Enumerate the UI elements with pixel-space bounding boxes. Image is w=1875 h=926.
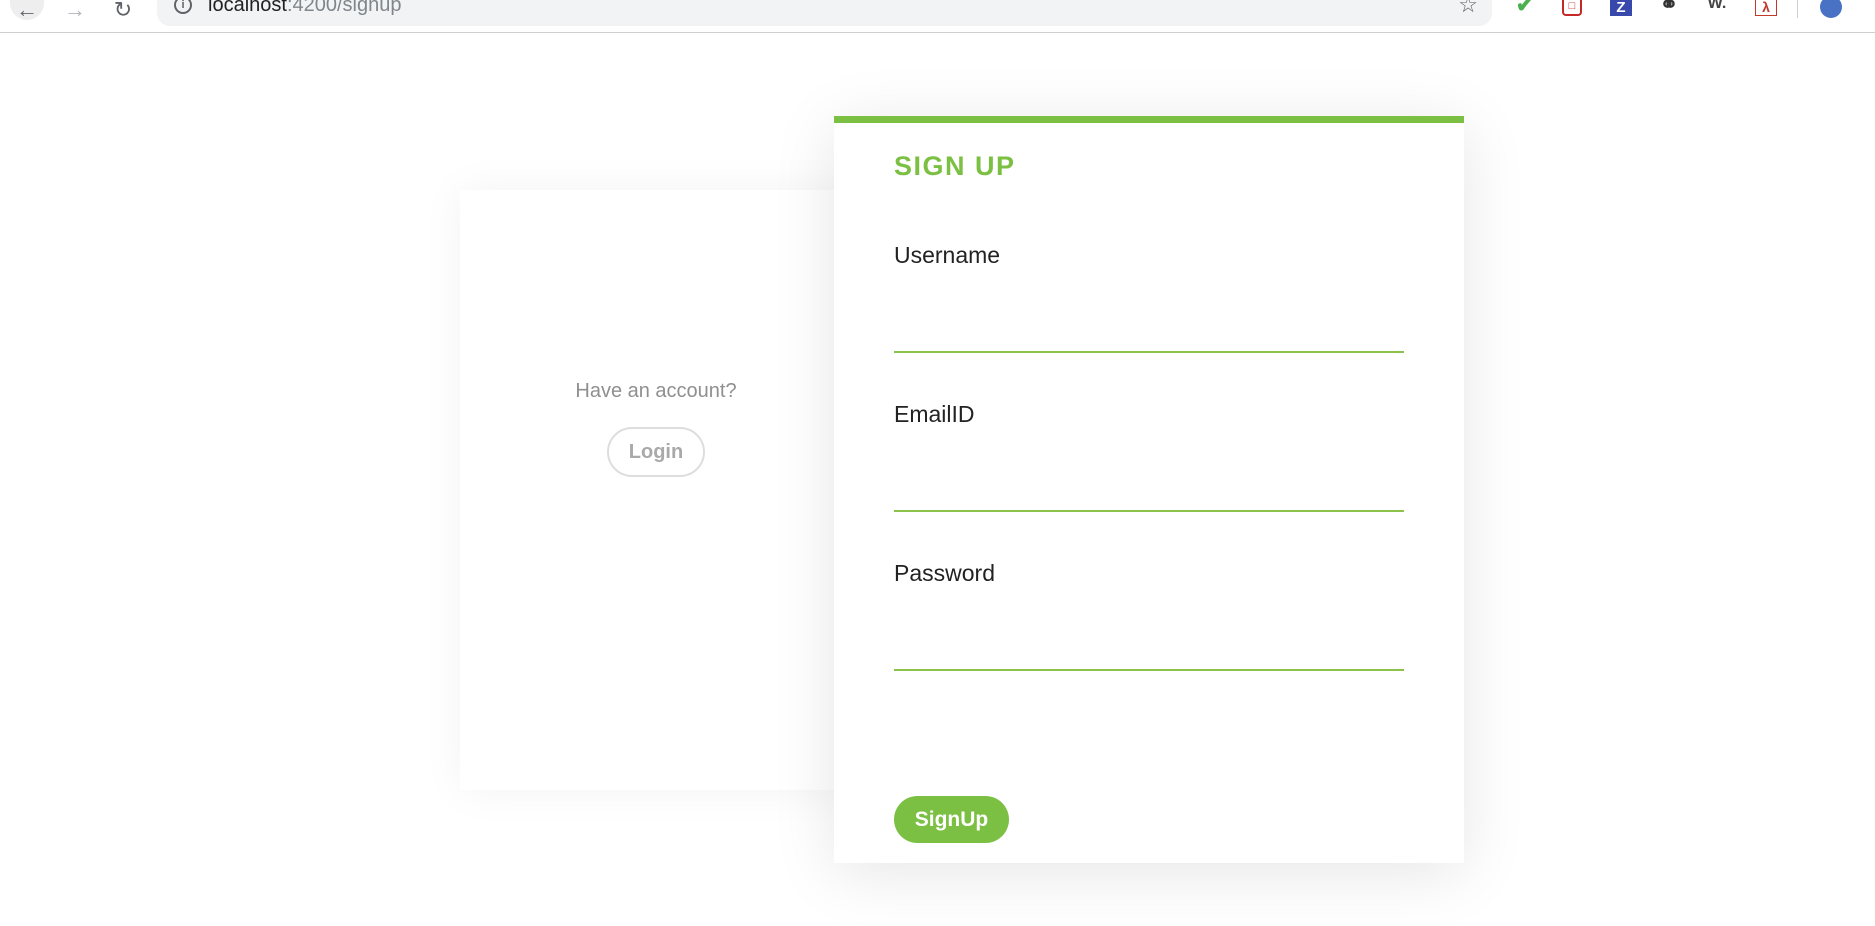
signup-button[interactable]: SignUp [894, 796, 1009, 843]
signup-card: SIGN UP Username EmailID Password SignUp [834, 116, 1464, 863]
signup-title: SIGN UP [894, 151, 1016, 181]
arrow-right-icon: → [64, 0, 86, 22]
star-icon[interactable]: ☆ [1458, 0, 1478, 16]
password-input[interactable] [894, 627, 1404, 671]
username-input[interactable] [894, 309, 1404, 353]
forward-button[interactable]: → [58, 0, 92, 22]
email-field: EmailID [894, 401, 1404, 512]
url-text: localhost:4200/signup [208, 0, 401, 17]
email-input[interactable] [894, 468, 1404, 512]
chain-extension-icon[interactable]: ⚭ [1658, 0, 1680, 16]
z-extension-icon[interactable]: Z [1610, 0, 1632, 16]
url-path: :4200/signup [286, 0, 402, 16]
arrow-left-icon: ← [16, 0, 38, 22]
signup-page: Have an account? Login SIGN UP Username … [0, 34, 1875, 926]
pdf-extension-icon[interactable]: λ [1755, 0, 1777, 16]
password-field: Password [894, 560, 1404, 671]
toolbar-divider [1797, 0, 1798, 18]
reload-button[interactable]: ↻ [106, 0, 140, 22]
email-label: EmailID [894, 401, 975, 427]
w-extension-icon[interactable]: W. [1706, 0, 1728, 14]
login-panel-content: Have an account? Login [460, 380, 852, 477]
shield-extension-icon[interactable]: ✔ [1514, 0, 1536, 16]
address-bar[interactable]: i localhost:4200/signup ☆ [157, 0, 1492, 26]
login-button[interactable]: Login [607, 427, 705, 477]
username-label: Username [894, 242, 1001, 268]
have-account-text: Have an account? [575, 380, 737, 402]
browser-toolbar: ← → ↻ i localhost:4200/signup ☆ ✔ □ Z ⚭ … [0, 0, 1875, 33]
username-field: Username [894, 242, 1404, 353]
back-button[interactable]: ← [10, 0, 44, 22]
red-extension-icon[interactable]: □ [1562, 0, 1582, 16]
reload-icon: ↻ [113, 0, 133, 22]
profile-avatar-icon[interactable] [1820, 0, 1842, 18]
info-icon[interactable]: i [174, 0, 192, 14]
login-panel: Have an account? Login [460, 190, 852, 790]
url-host: localhost [208, 0, 287, 16]
password-label: Password [894, 560, 995, 586]
